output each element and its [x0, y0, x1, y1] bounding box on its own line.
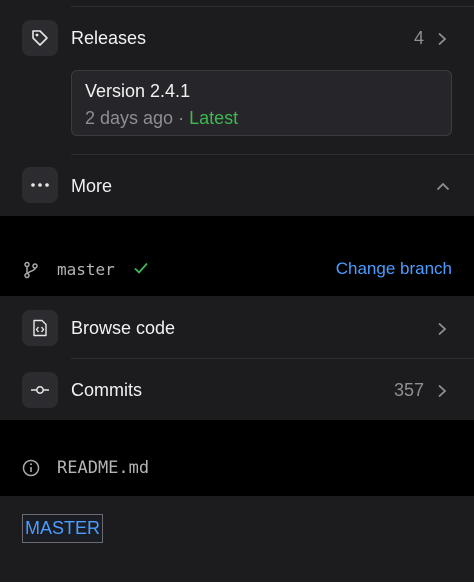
chevron-right-icon: [438, 32, 447, 46]
releases-count: 4: [413, 28, 424, 48]
tag-icon: [22, 20, 58, 56]
commits-label: Commits: [71, 380, 142, 400]
info-icon: [22, 459, 40, 477]
releases-row[interactable]: Releases 4: [0, 8, 474, 70]
browse-code-label: Browse code: [71, 318, 176, 338]
top-divider: [71, 6, 474, 7]
file-code-icon: [22, 310, 58, 346]
commits-count: 357: [393, 380, 424, 400]
release-version: Version 2.4.1: [85, 81, 191, 101]
chevron-right-icon: [438, 322, 447, 336]
repository-screen: Releases 4 Version 2.4.1 2 days ago · La…: [0, 0, 474, 582]
commits-row[interactable]: Commits 357: [0, 359, 474, 420]
git-branch-icon: [24, 261, 38, 279]
chevron-up-icon: [436, 182, 450, 191]
latest-release[interactable]: Version 2.4.1 2 days ago · Latest: [71, 70, 452, 136]
release-meta: 2 days ago · Latest: [85, 108, 238, 129]
check-icon: [134, 262, 148, 274]
release-age: 2 days ago: [85, 108, 174, 128]
releases-card: Releases 4 Version 2.4.1 2 days ago · La…: [0, 0, 474, 216]
readme-heading[interactable]: MASTER: [22, 514, 104, 543]
code-card: Browse code Commits 357: [0, 296, 474, 420]
browse-code-row[interactable]: Browse code: [0, 296, 474, 358]
releases-label: Releases: [71, 28, 147, 48]
latest-badge: Latest: [189, 108, 239, 128]
more-label: More: [71, 176, 113, 196]
chevron-right-icon: [438, 384, 447, 398]
branch-row: master Change branch: [0, 246, 474, 294]
readme-filename: README.md: [57, 458, 150, 478]
ellipsis-icon: [22, 167, 58, 203]
release-separator: ·: [173, 108, 190, 128]
readme-header: README.md: [0, 446, 474, 494]
more-row[interactable]: More: [0, 155, 474, 216]
git-commit-icon: [22, 372, 58, 408]
branch-name: master: [57, 260, 115, 279]
change-branch-link[interactable]: Change branch: [336, 259, 452, 279]
